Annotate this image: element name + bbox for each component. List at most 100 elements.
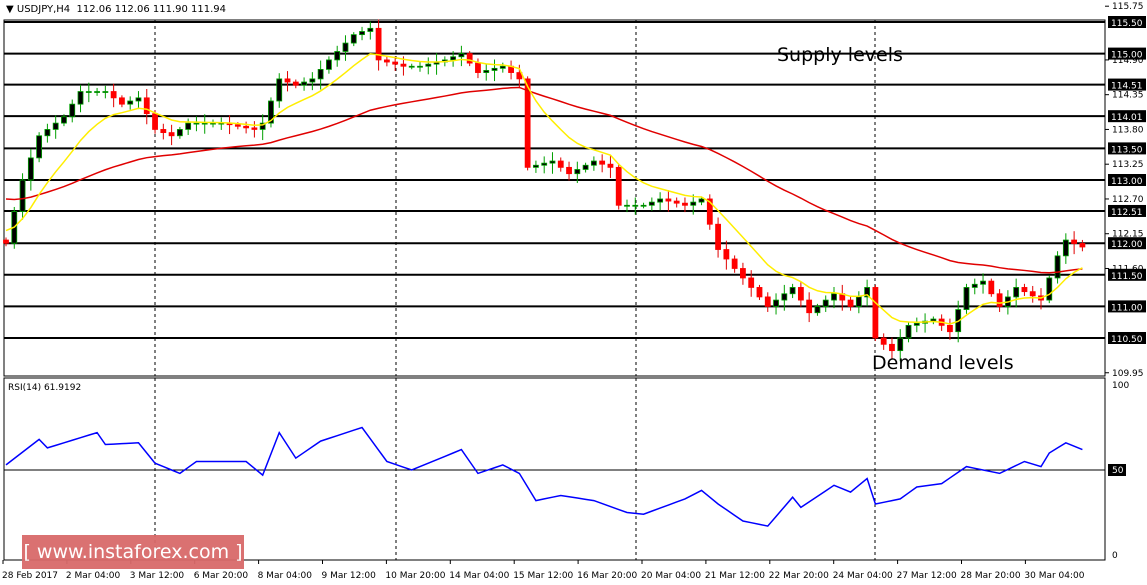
bull-candle [781, 293, 788, 301]
time-label: 6 Mar 20:00 [194, 571, 249, 581]
bear-candle [3, 239, 9, 244]
bear-candle [996, 293, 1003, 307]
bear-candle [673, 200, 680, 204]
bull-candle [648, 201, 655, 206]
bear-candle [740, 268, 746, 279]
bull-candle [19, 179, 26, 213]
time-label: 2 Mar 04:00 [66, 571, 121, 581]
bull-candle [632, 204, 639, 207]
level-label: 115.00 [1111, 51, 1143, 61]
rsi-tick-label: 0 [1112, 551, 1118, 561]
bull-candle [698, 198, 705, 203]
bull-candle [408, 65, 415, 68]
bull-candle [359, 31, 365, 36]
time-label: 30 Mar 04:00 [1024, 571, 1084, 581]
bear-candle [665, 198, 672, 202]
bear-candle [524, 78, 531, 168]
bull-candle [582, 164, 589, 170]
bear-candle [806, 299, 813, 314]
bear-candle [284, 78, 291, 83]
bull-candle [831, 293, 837, 301]
rsi-tick-label: 50 [1112, 466, 1124, 476]
price-tick-label: 113.80 [1112, 125, 1144, 135]
bull-candle [1062, 239, 1069, 257]
bear-candle [1079, 243, 1086, 248]
bear-candle [119, 97, 125, 105]
bear-candle [143, 97, 150, 115]
bull-candle [425, 63, 432, 67]
bull-candle [822, 299, 829, 307]
bull-candle [814, 305, 821, 314]
bear-candle [243, 125, 250, 129]
bull-candle [342, 42, 349, 52]
bear-candle [1071, 239, 1078, 244]
supply-annotation: Supply levels [777, 44, 903, 66]
bear-candle [880, 337, 887, 345]
rsi-tick-label: 100 [1112, 381, 1129, 391]
bull-candle [913, 322, 920, 326]
time-label: 3 Mar 12:00 [130, 571, 185, 581]
bear-candle [1021, 287, 1028, 293]
bull-candle [963, 287, 970, 310]
chart-window: 115.75 114.90 114.35 113.80 113.25 112.70 112.… [0, 0, 1147, 585]
bull-candle [450, 56, 457, 61]
bull-candle [210, 122, 216, 125]
time-label: 10 Mar 20:00 [385, 571, 445, 581]
bear-candle [466, 53, 473, 64]
bull-candle [102, 91, 109, 93]
bear-candle [723, 249, 730, 260]
bull-candle [417, 65, 423, 68]
bear-candle [682, 202, 688, 206]
level-label: 113.00 [1111, 177, 1143, 187]
time-label: 28 Feb 2017 [2, 571, 58, 581]
bull-candle [897, 337, 904, 352]
bull-candle [491, 67, 498, 71]
bull-candle [1046, 277, 1053, 301]
bear-candle [715, 223, 721, 250]
bear-candle [607, 163, 614, 168]
level-label: 115.50 [1111, 19, 1143, 29]
level-label: 114.01 [1111, 113, 1143, 123]
demand-annotation: Demand levels [872, 352, 1014, 374]
bear-candle [292, 81, 299, 86]
chart-header: ▼ USDJPY,H4 112.06 112.06 111.90 111.94 [6, 4, 227, 15]
bull-candle [127, 100, 134, 105]
bull-candle [326, 59, 332, 70]
bear-candle [764, 296, 771, 307]
level-label: 112.00 [1111, 240, 1143, 250]
bear-candle [168, 132, 175, 137]
bull-candle [590, 160, 597, 166]
bull-candle [980, 280, 986, 285]
bull-candle [971, 283, 978, 288]
level-label: 110.50 [1111, 335, 1143, 345]
bull-candle [334, 51, 341, 61]
bear-candle [566, 166, 572, 175]
bull-candle [201, 122, 208, 125]
bull-candle [85, 91, 92, 93]
bear-candle [392, 61, 399, 65]
bull-candle [69, 103, 76, 118]
bull-candle [276, 78, 283, 102]
time-label: 20 Mar 04:00 [641, 571, 701, 581]
time-label: 21 Mar 12:00 [705, 571, 765, 581]
bear-candle [756, 287, 763, 298]
bull-candle [483, 70, 490, 73]
level-label: 111.50 [1111, 272, 1143, 282]
level-label: 114.51 [1111, 82, 1143, 92]
bear-candle [748, 277, 755, 288]
bull-candle [690, 201, 697, 206]
bull-candle [309, 78, 316, 83]
bear-candle [1029, 291, 1036, 297]
bull-candle [1013, 287, 1020, 298]
time-label: 14 Mar 04:00 [449, 571, 509, 581]
chart-canvas[interactable]: 115.75114.90114.35113.80113.25112.70112.… [0, 0, 1147, 585]
bear-candle [599, 160, 606, 165]
rsi-label: RSI(14) 61.9192 [8, 383, 81, 393]
bear-candle [383, 59, 390, 63]
bull-candle [789, 287, 796, 295]
bear-candle [160, 129, 167, 134]
price-tick-label: 109.95 [1112, 369, 1144, 379]
bull-candle [499, 65, 506, 69]
bull-candle [367, 27, 374, 32]
symbol-label: USDJPY,H4 [16, 4, 71, 15]
